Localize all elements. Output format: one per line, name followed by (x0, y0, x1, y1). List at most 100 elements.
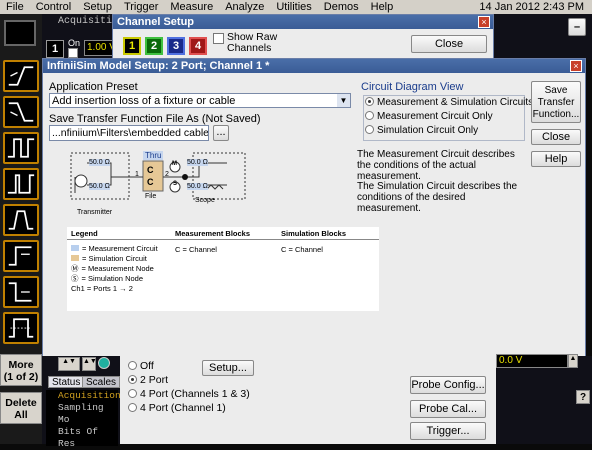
radio-icon (128, 403, 137, 412)
sblocks-value: C = Channel (281, 245, 323, 254)
menu-setup[interactable]: Setup (77, 0, 118, 14)
browse-button[interactable]: ... (213, 125, 229, 141)
show-raw-label: Show Raw Channels (227, 31, 278, 54)
term-line: Sampling Mo (58, 402, 104, 425)
edge-trigger-fall-icon[interactable] (3, 96, 39, 128)
port-option-off[interactable]: Off (128, 360, 154, 372)
chevron-down-icon[interactable]: ▼ (337, 94, 350, 107)
term-line: Bits Of Res (58, 426, 98, 449)
res-top-left: 50.0 Ω (89, 159, 110, 166)
setup-button[interactable]: Setup... (202, 360, 254, 376)
menu-file[interactable]: File (0, 0, 30, 14)
channel-button-1[interactable]: 1 (123, 37, 141, 55)
save-file-input[interactable]: ...nfiniium\Filters\embedded cable.tf2 (49, 125, 209, 141)
circuit-option-measurement[interactable]: Measurement Circuit Only (365, 111, 493, 122)
menu-utilities[interactable]: Utilities (270, 0, 317, 14)
save-transfer-function-button[interactable]: Save Transfer Function... (531, 81, 581, 123)
res-bot-right: 50.0 Ω (187, 183, 208, 190)
pulse-narrow-icon[interactable] (3, 168, 39, 200)
port-option-4port-13[interactable]: 4 Port (Channels 1 & 3) (128, 388, 250, 400)
status-terminal: Acquisition Sampling Mo Bits Of Res (46, 390, 121, 449)
app-preset-label: Application Preset (49, 81, 138, 93)
channel-on-checkbox[interactable] (68, 48, 78, 58)
pulse-width-icon[interactable] (3, 132, 39, 164)
menu-help[interactable]: Help (365, 0, 400, 14)
trigger-button[interactable]: Trigger... (410, 422, 486, 440)
offset-stepper-icon[interactable]: ▲ (568, 354, 578, 368)
probe-cal-button[interactable]: Probe Cal... (410, 400, 486, 418)
thru-label: Thru (143, 151, 164, 160)
tab-scales[interactable]: Scales (82, 376, 121, 388)
app-preset-select[interactable]: Add insertion loss of a fixture or cable… (49, 93, 351, 108)
menu-bar: File Control Setup Trigger Measure Analy… (0, 0, 592, 14)
close-icon[interactable]: × (570, 60, 582, 72)
probe-config-button[interactable]: Probe Config... (410, 376, 486, 394)
source-icon (74, 174, 88, 188)
mblocks-title: Measurement Blocks (175, 229, 251, 238)
channel-1-indicator[interactable]: 1 (46, 40, 64, 58)
setup-hold-icon[interactable] (3, 240, 39, 272)
circuit-option-simulation[interactable]: Simulation Circuit Only (365, 125, 478, 136)
legend-row-simulation: = Simulation Circuit (71, 253, 158, 263)
channel-setup-titlebar: Channel Setup (113, 15, 493, 29)
circuit-option-both[interactable]: Measurement & Simulation Circuits (365, 97, 533, 108)
legend-row-measurement: = Measurement Circuit (71, 243, 158, 253)
node-s-label: S (173, 181, 178, 187)
minimize-button[interactable]: – (568, 18, 586, 36)
term-line: Acquisition (58, 390, 121, 401)
radio-icon (128, 361, 137, 370)
status-led-icon (98, 357, 110, 369)
help-icon[interactable]: ? (576, 390, 590, 404)
mblocks-value: C = Channel (175, 245, 217, 254)
res-bot-left: 50.0 Ω (89, 183, 110, 190)
channel-close-button[interactable]: Close (411, 35, 487, 53)
dialog-titlebar: InfiniiSim Model Setup: 2 Port; Channel … (43, 59, 585, 73)
scope-label: Scope (195, 197, 215, 204)
radio-icon (365, 97, 374, 106)
menu-measure[interactable]: Measure (164, 0, 219, 14)
radio-icon (128, 389, 137, 398)
dialog-help-button[interactable]: Help (531, 151, 581, 167)
radio-icon (365, 125, 374, 134)
channel-button-2[interactable]: 2 (145, 37, 163, 55)
port-1-label: 1 (135, 171, 139, 178)
menu-analyze[interactable]: Analyze (219, 0, 270, 14)
offset-value[interactable]: 0.0 V (496, 354, 568, 368)
dialog-close-button[interactable]: Close (531, 129, 581, 145)
menu-control[interactable]: Control (30, 0, 77, 14)
channel-button-4[interactable]: 4 (189, 37, 207, 55)
legend-title: Legend (71, 229, 98, 238)
radio-icon (365, 111, 374, 120)
menu-trigger[interactable]: Trigger (118, 0, 164, 14)
stepper-up-icon[interactable]: ▲▼ (58, 357, 80, 371)
node-m-label: M (172, 161, 177, 167)
delete-all-button[interactable]: Delete All (0, 392, 42, 424)
channel-button-3[interactable]: 3 (167, 37, 185, 55)
show-raw-checkbox[interactable] (213, 33, 224, 44)
channel-on-label: On (68, 38, 81, 48)
timeout-icon[interactable] (3, 276, 39, 308)
runt-icon[interactable] (3, 204, 39, 236)
port-option-2port[interactable]: 2 Port (128, 374, 168, 386)
legend-row-mnode: Ⓜ = Measurement Node (71, 263, 154, 273)
port-option-4port-1[interactable]: 4 Port (Channel 1) (128, 402, 226, 414)
sblocks-title: Simulation Blocks (281, 229, 347, 238)
circuit-view-label: Circuit Diagram View (361, 81, 464, 93)
run-stop-button[interactable] (4, 20, 36, 46)
radio-icon (128, 375, 137, 384)
block-c-bottom: C (147, 177, 154, 187)
stepper-icon[interactable]: ▲▼ (82, 357, 97, 371)
close-icon[interactable]: × (478, 16, 490, 28)
res-top-right: 50.0 Ω (187, 159, 208, 166)
more-button[interactable]: More (1 of 2) (0, 354, 42, 386)
window-trigger-icon[interactable] (3, 312, 39, 344)
menu-demos[interactable]: Demos (318, 0, 365, 14)
infiniisim-dialog: InfiniiSim Model Setup: 2 Port; Channel … (42, 58, 586, 358)
file-label: File (145, 193, 157, 200)
legend-row-snode: Ⓢ = Simulation Node (71, 273, 143, 283)
simulation-description: The Simulation Circuit describes the con… (357, 181, 518, 214)
tab-status[interactable]: Status (48, 376, 85, 388)
edge-trigger-rise-icon[interactable] (3, 60, 39, 92)
port-2-label: 2 (165, 171, 169, 178)
legend-ports: Ch1 = Ports 1 → 2 (71, 283, 133, 293)
